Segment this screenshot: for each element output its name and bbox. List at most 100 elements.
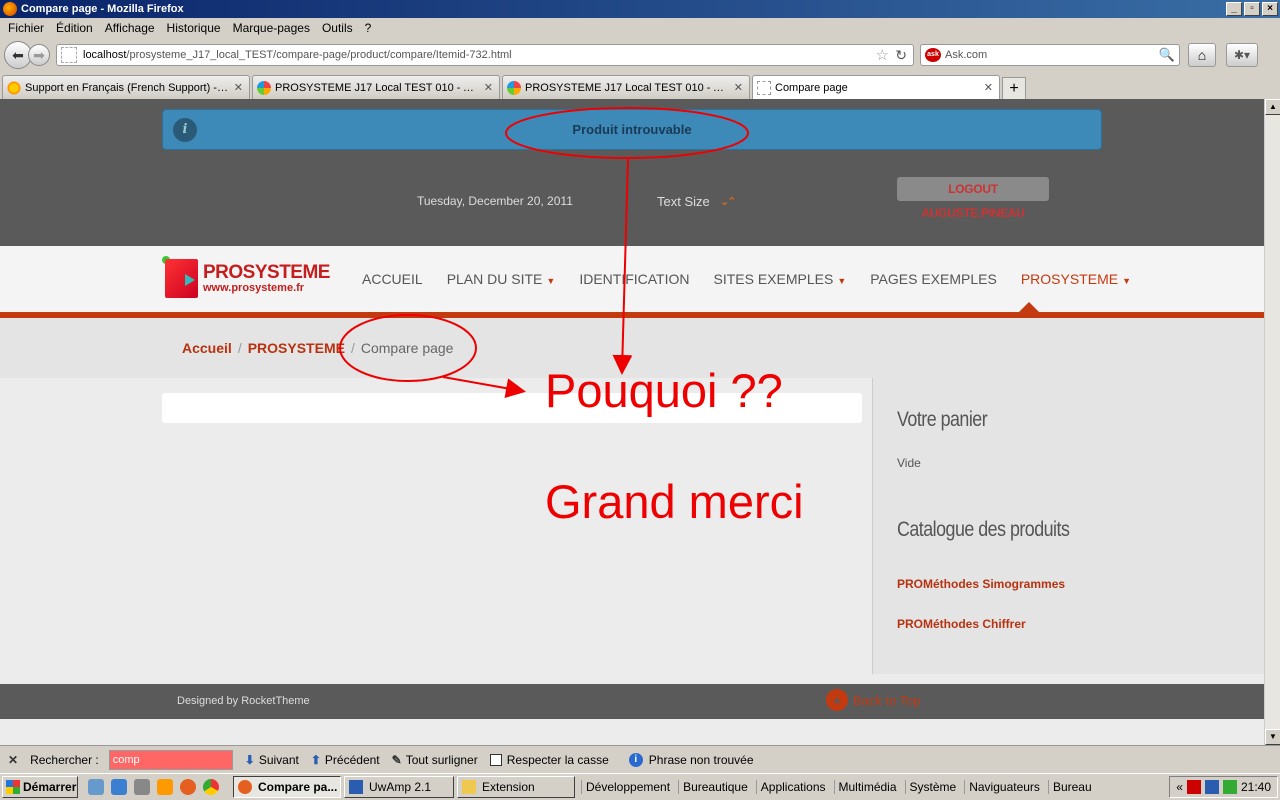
catalogue-heading-part-a: Catalogue <box>897 518 974 541</box>
tab-compare-page[interactable]: Compare page ✕ <box>752 75 1000 99</box>
task-compare-page[interactable]: Compare pa... <box>233 776 341 798</box>
bookmark-star-icon[interactable]: ☆ <box>876 46 889 64</box>
menu-item-accueil[interactable]: ACCUEIL <box>362 271 423 287</box>
uwamp-icon <box>349 780 363 794</box>
find-input[interactable]: comp <box>108 749 233 770</box>
alert-message: i Produit introuvable <box>162 109 1102 150</box>
tab-support-french[interactable]: Support en Français (French Support) - H… <box>2 75 250 99</box>
highlighter-icon: ✎ <box>391 752 402 767</box>
text-size-toggle-icon[interactable]: ⌄⌃ <box>720 195 737 208</box>
vertical-scrollbar[interactable]: ▲ ▼ <box>1264 99 1280 745</box>
firefox-icon[interactable] <box>180 779 196 795</box>
chrome-icon[interactable] <box>203 779 219 795</box>
new-tab-button[interactable]: + <box>1002 77 1026 99</box>
app-icon[interactable] <box>157 779 173 795</box>
back-to-top-label: Back to Top <box>853 692 921 708</box>
close-tab-icon[interactable]: ✕ <box>984 81 993 94</box>
tab-prosysteme-admin-2[interactable]: PROSYSTEME J17 Local TEST 010 - Ad... ✕ <box>502 75 750 99</box>
page-viewport: i Produit introuvable Tuesday, December … <box>0 99 1264 745</box>
close-window-button[interactable]: × <box>1262 2 1278 16</box>
highlight-all-button[interactable]: ✎ Tout surligner <box>392 753 478 767</box>
toolbar-developpement[interactable]: Développement <box>581 780 672 794</box>
ie-icon[interactable] <box>88 779 104 795</box>
breadcrumb-current: Compare page <box>360 340 454 356</box>
tab-prosysteme-admin-1[interactable]: PROSYSTEME J17 Local TEST 010 - Ad... ✕ <box>252 75 500 99</box>
scroll-up-icon[interactable]: ▲ <box>1265 99 1280 115</box>
menu-item-label: SITES EXEMPLES <box>713 271 834 287</box>
toolbar-multimedia[interactable]: Multimédia <box>833 780 899 794</box>
match-case-checkbox[interactable]: Respecter la casse <box>489 753 609 767</box>
footer-gap <box>0 674 1264 684</box>
back-to-top-link[interactable]: ▲ Back to Top <box>826 689 921 711</box>
menu-fichier[interactable]: Fichier <box>2 21 50 35</box>
clock: 21:40 <box>1240 780 1271 794</box>
menu-outils[interactable]: Outils <box>316 21 359 35</box>
toolbar-applications[interactable]: Applications <box>755 780 828 794</box>
menu-item-label: IDENTIFICATION <box>579 271 690 287</box>
find-previous-button[interactable]: ⬆ Précédent <box>311 753 380 767</box>
ask-engine-icon[interactable]: ask <box>925 48 941 62</box>
task-uwamp[interactable]: UwAmp 2.1 <box>344 776 454 798</box>
search-engine-label: Ask.com <box>945 49 988 61</box>
highlight-all-label: Tout surligner <box>405 752 478 767</box>
catalogue-link-simogrammes[interactable]: PROMéthodes Simogrammes <box>897 577 1065 591</box>
breadcrumb-separator: / <box>237 340 242 356</box>
designed-by[interactable]: Designed by RocketTheme <box>177 695 310 707</box>
menu-item-label: PAGES EXEMPLES <box>870 271 997 287</box>
start-button[interactable]: Démarrer <box>2 776 78 798</box>
close-findbar-icon[interactable]: ✕ <box>8 753 18 767</box>
site-identity-icon[interactable] <box>61 47 77 63</box>
addon-button[interactable]: ✱▾ <box>1226 43 1258 67</box>
scroll-down-icon[interactable]: ▼ <box>1265 729 1280 745</box>
toolbar-bureautique[interactable]: Bureautique <box>678 780 750 794</box>
breadcrumb-accueil[interactable]: Accueil <box>182 340 232 356</box>
search-bar[interactable]: ask Ask.com 🔍 <box>920 44 1180 66</box>
minimize-button[interactable]: _ <box>1226 2 1242 16</box>
menu-item-prosysteme[interactable]: PROSYSTEME ▼ <box>1021 271 1131 287</box>
logo-subtitle[interactable]: www.prosysteme.fr <box>203 282 304 294</box>
menu-item-identification[interactable]: IDENTIFICATION <box>579 271 689 287</box>
url-bar[interactable]: localhost/prosysteme_J17_local_TEST/comp… <box>56 44 914 66</box>
close-tab-icon[interactable]: ✕ <box>734 81 743 94</box>
menu-item-plan-du-site[interactable]: PLAN DU SITE ▼ <box>447 271 556 287</box>
close-tab-icon[interactable]: ✕ <box>234 81 243 94</box>
prosysteme-logo-icon[interactable] <box>165 259 198 298</box>
find-bar: ✕ Rechercher : comp ⬇ Suivant ⬆ Précédent … <box>0 745 1280 773</box>
menu-item-sites-exemples[interactable]: SITES EXEMPLES ▼ <box>714 271 847 287</box>
desktop-icon[interactable] <box>111 779 127 795</box>
menu-item-pages-exemples[interactable]: PAGES EXEMPLES <box>870 271 997 287</box>
menu-item-label: ACCUEIL <box>362 271 423 287</box>
logo-title[interactable]: PROSYSTEME <box>203 262 330 284</box>
breadcrumb-separator: / <box>350 340 355 356</box>
network-icon[interactable] <box>1222 780 1237 794</box>
toolbar-naviguateurs[interactable]: Naviguateurs <box>964 780 1042 794</box>
home-button[interactable]: ⌂ <box>1188 43 1216 67</box>
close-tab-icon[interactable]: ✕ <box>484 81 493 94</box>
menu-edition[interactable]: Édition <box>50 21 99 35</box>
maximize-button[interactable]: ▫ <box>1244 2 1260 16</box>
forward-button[interactable]: ➡ <box>28 44 50 66</box>
search-icon[interactable]: 🔍 <box>1159 47 1175 63</box>
tray-expand-icon[interactable]: « <box>1176 780 1183 794</box>
settings-icon[interactable] <box>134 779 150 795</box>
catalogue-link-chiffrer[interactable]: PROMéthodes Chiffrer <box>897 617 1026 631</box>
menu-marque-pages[interactable]: Marque-pages <box>227 21 316 35</box>
task-extension[interactable]: Extension <box>457 776 575 798</box>
task-label: Extension <box>482 780 535 794</box>
find-next-button[interactable]: ⬇ Suivant <box>245 753 299 767</box>
uwamp-tray-icon[interactable] <box>1204 780 1219 794</box>
menu-historique[interactable]: Historique <box>161 21 227 35</box>
pdf-icon[interactable] <box>1186 780 1201 794</box>
reload-icon[interactable]: ↻ <box>895 47 907 64</box>
url-host: localhost <box>83 49 127 61</box>
active-menu-caret <box>1018 302 1040 313</box>
toolbar-bureau[interactable]: Bureau <box>1047 780 1094 794</box>
logout-button[interactable]: LOGOUT AUGUSTE.PINEAU <box>897 177 1049 220</box>
menu-affichage[interactable]: Affichage <box>99 21 161 35</box>
page-bottom-area <box>0 719 1264 745</box>
menu-help[interactable]: ? <box>359 21 378 35</box>
toolbar-systeme[interactable]: Système <box>904 780 959 794</box>
annotation-thanks: Grand merci <box>545 475 804 528</box>
menu-item-label: PROSYSTEME <box>1020 271 1119 287</box>
breadcrumb-prosysteme[interactable]: PROSYSTEME <box>248 340 345 356</box>
